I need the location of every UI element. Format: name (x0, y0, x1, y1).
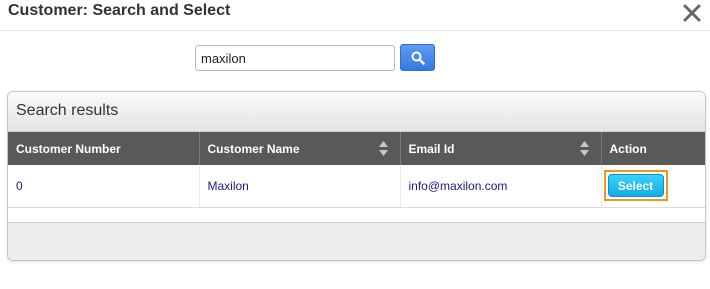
results-table: Customer Number Customer Name Email Id A (8, 132, 705, 208)
column-header-customer-number[interactable]: Customer Number (8, 132, 200, 165)
dialog-header: Customer: Search and Select (0, 0, 710, 31)
column-header-action: Action (601, 132, 705, 165)
close-icon[interactable] (680, 1, 704, 25)
sort-icon[interactable] (579, 141, 589, 156)
column-header-label: Email Id (408, 141, 455, 156)
results-panel-header: Search results (8, 92, 705, 132)
table-row[interactable]: 0 Maxilon info@maxilon.com Select (8, 165, 705, 208)
search-input[interactable] (195, 45, 395, 71)
search-icon (411, 51, 425, 65)
cell-email[interactable]: info@maxilon.com (400, 165, 602, 208)
column-header-customer-name[interactable]: Customer Name (199, 132, 401, 165)
column-header-label: Action (609, 141, 647, 156)
column-header-label: Customer Name (207, 141, 300, 156)
search-results-panel: Search results Customer Number Customer … (7, 91, 706, 261)
column-header-label: Customer Number (16, 141, 121, 156)
cell-customer-number[interactable]: 0 (8, 165, 200, 208)
dialog-title: Customer: Search and Select (8, 2, 231, 19)
cell-action: Select (601, 165, 705, 208)
cell-customer-name[interactable]: Maxilon (199, 165, 401, 208)
table-header-row: Customer Number Customer Name Email Id A (8, 132, 705, 165)
sort-icon[interactable] (378, 141, 388, 156)
select-button[interactable]: Select (607, 174, 664, 198)
empty-row (8, 208, 705, 223)
column-header-email-id[interactable]: Email Id (400, 132, 602, 165)
results-panel-footer (8, 223, 705, 260)
results-title: Search results (16, 102, 119, 119)
select-button-focus-frame: Select (603, 170, 668, 202)
search-button[interactable] (400, 44, 435, 71)
